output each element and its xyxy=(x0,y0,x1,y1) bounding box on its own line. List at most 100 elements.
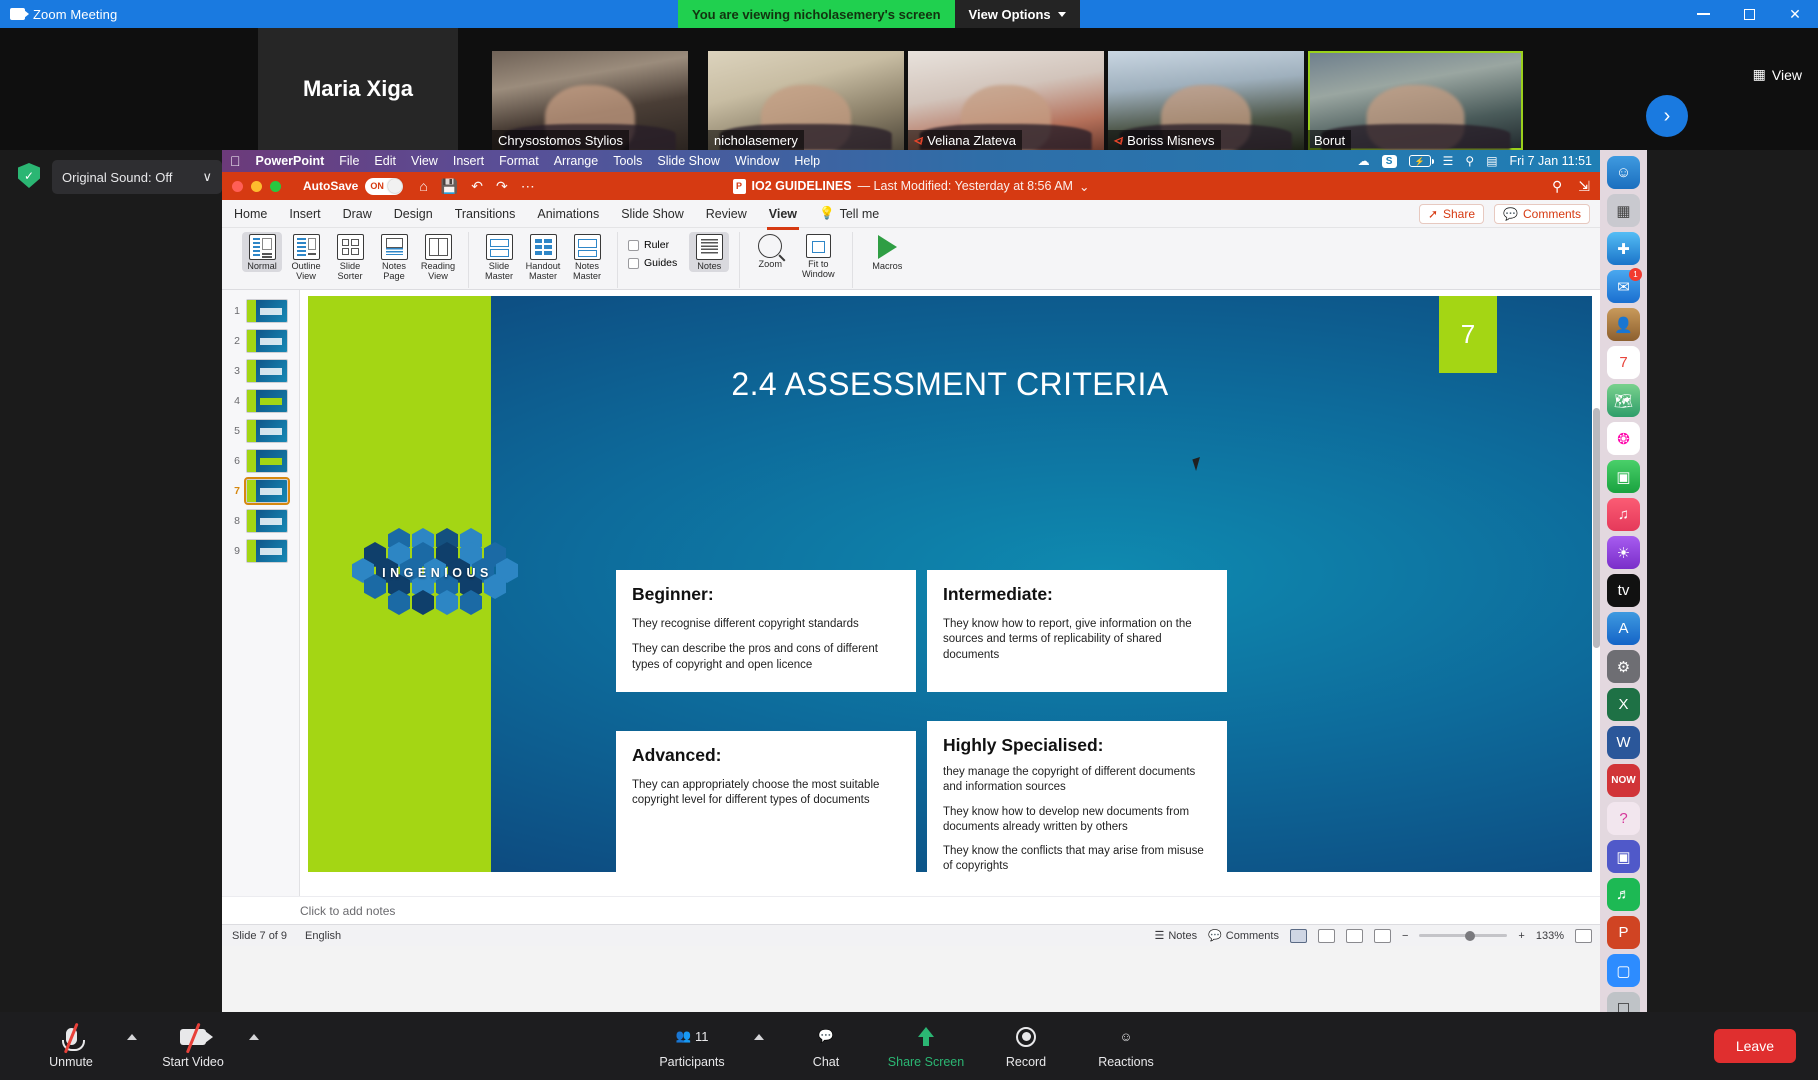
ribbon-button-normal[interactable]: Normal xyxy=(242,232,282,272)
help-icon[interactable]: ? xyxy=(1607,802,1640,835)
record-button[interactable]: Record xyxy=(983,1012,1069,1080)
maps-icon[interactable]: 🗺 xyxy=(1607,384,1640,417)
audio-options-caret[interactable] xyxy=(122,1012,142,1080)
unmute-button[interactable]: Unmute xyxy=(28,1012,114,1080)
contacts-icon[interactable]: 👤 xyxy=(1607,308,1640,341)
ribbon-button-fit-to-window[interactable]: Fit to Window xyxy=(794,232,842,280)
menu-file[interactable]: File xyxy=(339,154,359,168)
video-tile-veliana[interactable]: ⏿ Veliana Zlateva xyxy=(908,51,1104,150)
tab-view[interactable]: View xyxy=(766,203,800,230)
ribbon-button-outline-view[interactable]: Outline View xyxy=(286,232,326,282)
slide-thumbnail-selected[interactable]: 7 xyxy=(222,476,299,506)
zoom-slider[interactable] xyxy=(1419,930,1508,941)
appstore-icon[interactable]: A xyxy=(1607,612,1640,645)
menu-format[interactable]: Format xyxy=(499,154,539,168)
status-comments-button[interactable]: 💬 Comments xyxy=(1208,929,1279,943)
search-icon[interactable]: ⚲ xyxy=(1552,178,1562,195)
menu-slide-show[interactable]: Slide Show xyxy=(657,154,720,168)
checkbox-guides[interactable]: Guides xyxy=(628,253,677,269)
slide-thumbnail[interactable]: 3 xyxy=(222,356,299,386)
music-icon[interactable]: ♫ xyxy=(1607,498,1640,531)
tell-me-search[interactable]: 💡 Tell me xyxy=(819,206,879,221)
self-view-tile[interactable]: Maria Xiga xyxy=(258,28,458,150)
menu-view[interactable]: View xyxy=(411,154,438,168)
ribbon-button-slide-sorter[interactable]: Slide Sorter xyxy=(330,232,370,282)
excel-icon[interactable]: X xyxy=(1607,688,1640,721)
zoom-in-button[interactable]: + xyxy=(1518,930,1524,942)
comments-button[interactable]: 💬 Comments xyxy=(1494,203,1590,224)
zoom-window-icon[interactable] xyxy=(270,180,281,192)
mail-icon[interactable]: ✉ 1 xyxy=(1607,268,1642,303)
share-screen-button[interactable]: Share Screen xyxy=(883,1012,969,1080)
tab-transitions[interactable]: Transitions xyxy=(455,203,516,225)
tab-animations[interactable]: Animations xyxy=(537,203,599,225)
tab-slide-show[interactable]: Slide Show xyxy=(621,203,684,225)
video-options-caret[interactable] xyxy=(244,1012,264,1080)
menu-help[interactable]: Help xyxy=(794,154,820,168)
ribbon-button-handout-master[interactable]: Handout Master xyxy=(523,232,563,282)
title-chevron-down-icon[interactable]: ⌄ xyxy=(1079,179,1089,194)
criteria-box-intermediate[interactable]: Intermediate: They know how to report, g… xyxy=(927,570,1227,692)
search-icon[interactable]: ⚲ xyxy=(1465,154,1474,168)
video-tile-borut[interactable]: Borut xyxy=(1308,51,1523,150)
ribbon-button-notes-master[interactable]: Notes Master xyxy=(567,232,607,282)
leave-button[interactable]: Leave xyxy=(1713,1029,1796,1063)
facetime-icon[interactable]: ▣ xyxy=(1607,460,1640,493)
view-layout-button[interactable]: ▦ View xyxy=(1753,66,1802,83)
autosave-control[interactable]: AutoSave ON xyxy=(303,177,404,195)
ribbon-button-slide-master[interactable]: Slide Master xyxy=(479,232,519,282)
video-tile-boriss[interactable]: ⏿ Boriss Misnevs xyxy=(1108,51,1304,150)
chat-button[interactable]: 💬 Chat xyxy=(783,1012,869,1080)
checkbox-ruler[interactable]: Ruler xyxy=(628,235,677,251)
notes-pane[interactable]: Click to add notes xyxy=(222,896,1600,924)
participants-button[interactable]: 👥 11 Participants xyxy=(649,1012,735,1080)
zoom-out-button[interactable]: − xyxy=(1402,930,1408,942)
word-icon[interactable]: W xyxy=(1607,726,1640,759)
maximize-button[interactable] xyxy=(1726,0,1772,28)
start-video-button[interactable]: Start Video xyxy=(150,1012,236,1080)
next-participants-button[interactable]: › xyxy=(1646,95,1688,137)
tab-design[interactable]: Design xyxy=(394,203,433,225)
minimize-button[interactable] xyxy=(1680,0,1726,28)
view-options-button[interactable]: View Options xyxy=(954,0,1080,28)
powerpoint-icon[interactable]: P xyxy=(1607,916,1640,949)
video-tile-chrysostomos[interactable]: Chrysostomos Stylios xyxy=(492,51,688,150)
home-icon[interactable]: ⌂ xyxy=(419,178,427,194)
autosave-toggle[interactable]: ON xyxy=(365,177,404,195)
slide-thumbnail[interactable]: 4 xyxy=(222,386,299,416)
more-icon[interactable]: ⋯ xyxy=(521,178,535,195)
zoom-level[interactable]: 133% xyxy=(1536,930,1564,942)
slideshow-icon[interactable] xyxy=(1373,928,1391,943)
launchpad-icon[interactable]: ▦ xyxy=(1607,194,1640,227)
slide-canvas[interactable]: 7 2.4 ASSESSMENT CRITERIA INGENIOUS Begi… xyxy=(308,296,1592,872)
slide-thumbnail[interactable]: 6 xyxy=(222,446,299,476)
spotify-icon[interactable]: ♬ xyxy=(1607,878,1640,911)
cloud-icon[interactable]: ☁ xyxy=(1358,154,1370,168)
tab-insert[interactable]: Insert xyxy=(289,203,320,225)
original-sound-chip[interactable]: Original Sound: Off ∨ xyxy=(52,160,222,194)
finder-icon[interactable]: ☺ xyxy=(1607,156,1640,189)
slide-sorter-icon[interactable] xyxy=(1317,928,1335,943)
menu-arrange[interactable]: Arrange xyxy=(554,154,598,168)
tab-review[interactable]: Review xyxy=(706,203,747,225)
podcasts-icon[interactable]: ☀ xyxy=(1607,536,1640,569)
close-button[interactable]: ✕ xyxy=(1772,0,1818,28)
ribbon-button-zoom[interactable]: Zoom xyxy=(750,232,790,270)
ribbon-button-reading-view[interactable]: Reading View xyxy=(418,232,458,282)
menu-tools[interactable]: Tools xyxy=(613,154,642,168)
minimize-window-icon[interactable] xyxy=(251,180,262,192)
status-notes-button[interactable]: ☰ Notes xyxy=(1154,929,1197,943)
scrollbar-thumb[interactable] xyxy=(1593,408,1600,648)
criteria-box-highly-specialised[interactable]: Highly Specialised: they manage the copy… xyxy=(927,721,1227,872)
control-center-icon[interactable]: ▤ xyxy=(1486,154,1497,168)
language-indicator[interactable]: English xyxy=(305,930,341,942)
calendar-icon[interactable]: 7 xyxy=(1607,346,1640,379)
canvas-scrollbar[interactable] xyxy=(1593,408,1600,788)
slide-thumbnail[interactable]: 2 xyxy=(222,326,299,356)
slide-thumbnail[interactable]: 9 xyxy=(222,536,299,566)
video-tile-nicholasemery[interactable]: nicholasemery xyxy=(708,51,904,150)
ribbon-display-icon[interactable]: ⇲ xyxy=(1578,178,1590,195)
security-badge-icon[interactable]: S xyxy=(1381,154,1397,168)
teams-icon[interactable]: ▣ xyxy=(1607,840,1640,873)
apple-logo-icon[interactable]:  xyxy=(230,153,241,169)
